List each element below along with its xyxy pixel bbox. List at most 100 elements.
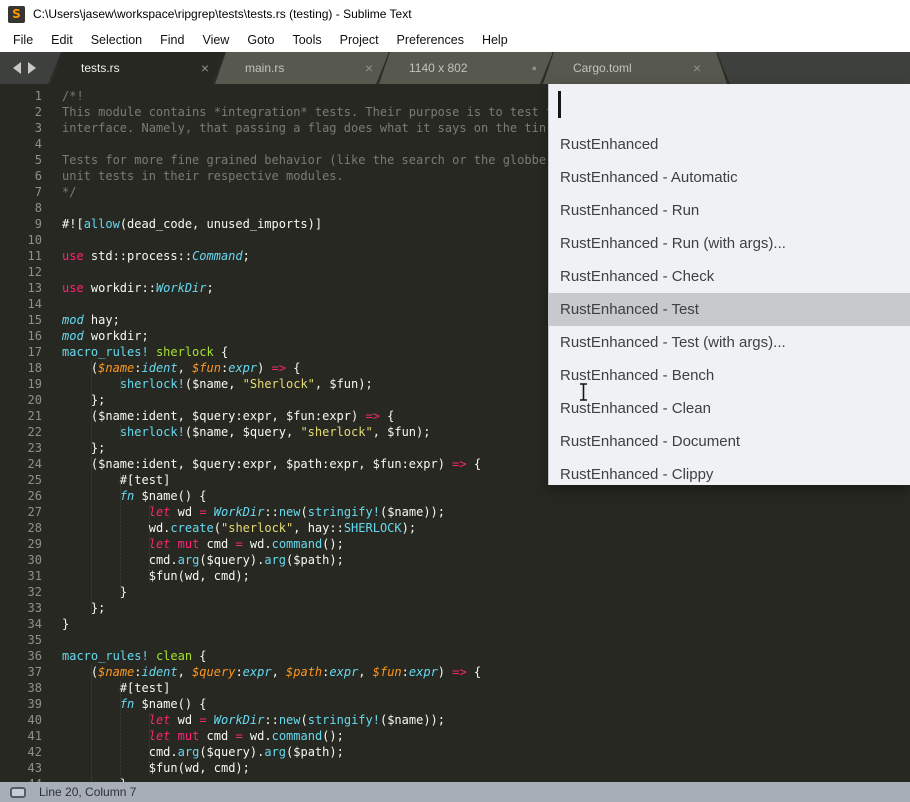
code-line[interactable]: 26 fn $name() { [0, 488, 910, 504]
line-number[interactable]: 11 [0, 248, 62, 264]
line-number[interactable]: 15 [0, 312, 62, 328]
palette-input[interactable] [549, 84, 910, 128]
palette-item-selected[interactable]: RustEnhanced - Test [549, 293, 910, 326]
tab-1140-x-802[interactable]: 1140 x 802● [376, 52, 566, 84]
line-number[interactable]: 2 [0, 104, 62, 120]
line-number[interactable]: 10 [0, 232, 62, 248]
code-line[interactable]: 32 } [0, 584, 910, 600]
line-number[interactable]: 16 [0, 328, 62, 344]
line-number[interactable]: 26 [0, 488, 62, 504]
line-number[interactable]: 3 [0, 120, 62, 136]
menu-help[interactable]: Help [473, 28, 517, 52]
menu-find[interactable]: Find [151, 28, 193, 52]
line-number[interactable]: 6 [0, 168, 62, 184]
tab-main-rs[interactable]: main.rs× [212, 52, 402, 84]
tab-close-icon[interactable]: × [693, 61, 701, 75]
line-number[interactable]: 30 [0, 552, 62, 568]
menu-goto[interactable]: Goto [238, 28, 283, 52]
tab-label: tests.rs [81, 61, 201, 75]
code-line[interactable]: 30 cmd.arg($query).arg($path); [0, 552, 910, 568]
line-number[interactable]: 42 [0, 744, 62, 760]
code-line[interactable]: 34} [0, 616, 910, 632]
line-number[interactable]: 32 [0, 584, 62, 600]
line-number[interactable]: 27 [0, 504, 62, 520]
panel-switcher-icon[interactable] [10, 787, 26, 798]
code-line[interactable]: 27 let wd = WorkDir::new(stringify!($nam… [0, 504, 910, 520]
palette-item[interactable]: RustEnhanced - Run [549, 194, 910, 227]
line-number[interactable]: 12 [0, 264, 62, 280]
line-number[interactable]: 40 [0, 712, 62, 728]
tab-dirty-dot-icon[interactable]: ● [532, 61, 537, 75]
menu-edit[interactable]: Edit [42, 28, 82, 52]
tab-close-icon[interactable]: × [201, 61, 209, 75]
palette-item[interactable]: RustEnhanced - Clean [549, 392, 910, 425]
line-number[interactable]: 33 [0, 600, 62, 616]
code-line[interactable]: 40 let wd = WorkDir::new(stringify!($nam… [0, 712, 910, 728]
line-number[interactable]: 29 [0, 536, 62, 552]
line-number[interactable]: 20 [0, 392, 62, 408]
menu-view[interactable]: View [193, 28, 238, 52]
code-line[interactable]: 28 wd.create("sherlock", hay::SHERLOCK); [0, 520, 910, 536]
line-number[interactable]: 19 [0, 376, 62, 392]
line-number[interactable]: 37 [0, 664, 62, 680]
indent-guide [120, 713, 150, 727]
line-number[interactable]: 5 [0, 152, 62, 168]
line-number[interactable]: 7 [0, 184, 62, 200]
line-number[interactable]: 28 [0, 520, 62, 536]
palette-item[interactable]: RustEnhanced - Clippy [549, 458, 910, 485]
line-number[interactable]: 25 [0, 472, 62, 488]
palette-item[interactable]: RustEnhanced - Automatic [549, 161, 910, 194]
tab-close-icon[interactable]: × [365, 61, 373, 75]
tab-cargo-toml[interactable]: Cargo.toml× [540, 52, 730, 84]
line-number[interactable]: 36 [0, 648, 62, 664]
tab-tests-rs[interactable]: tests.rs× [48, 52, 238, 84]
line-number[interactable]: 1 [0, 88, 62, 104]
line-number[interactable]: 4 [0, 136, 62, 152]
palette-item[interactable]: RustEnhanced - Document [549, 425, 910, 458]
tab-scroll-right-icon[interactable] [28, 62, 36, 74]
line-number[interactable]: 21 [0, 408, 62, 424]
code-line[interactable]: 31 $fun(wd, cmd); [0, 568, 910, 584]
code-line[interactable]: 41 let mut cmd = wd.command(); [0, 728, 910, 744]
menu-file[interactable]: File [4, 28, 42, 52]
line-number[interactable]: 13 [0, 280, 62, 296]
menu-tools[interactable]: Tools [283, 28, 330, 52]
menu-selection[interactable]: Selection [82, 28, 151, 52]
code-line[interactable]: 38 #[test] [0, 680, 910, 696]
line-number[interactable]: 31 [0, 568, 62, 584]
menu-project[interactable]: Project [331, 28, 388, 52]
line-number[interactable]: 38 [0, 680, 62, 696]
tab-scroll-left-icon[interactable] [13, 62, 21, 74]
line-number[interactable]: 8 [0, 200, 62, 216]
line-number[interactable]: 14 [0, 296, 62, 312]
line-number[interactable]: 43 [0, 760, 62, 776]
line-number[interactable]: 24 [0, 456, 62, 472]
palette-item[interactable]: RustEnhanced [549, 128, 910, 161]
code-line[interactable]: 35 [0, 632, 910, 648]
line-number[interactable]: 41 [0, 728, 62, 744]
tab-label: Cargo.toml [573, 61, 693, 75]
code-line[interactable]: 39 fn $name() { [0, 696, 910, 712]
palette-item[interactable]: RustEnhanced - Bench [549, 359, 910, 392]
code-line[interactable]: 33 }; [0, 600, 910, 616]
palette-item[interactable]: RustEnhanced - Test (with args)... [549, 326, 910, 359]
palette-item[interactable]: RustEnhanced - Run (with args)... [549, 227, 910, 260]
line-number[interactable]: 34 [0, 616, 62, 632]
menu-preferences[interactable]: Preferences [388, 28, 473, 52]
line-number[interactable]: 35 [0, 632, 62, 648]
code-line[interactable]: 37 ($name:ident, $query:expr, $path:expr… [0, 664, 910, 680]
code-line[interactable]: 43 $fun(wd, cmd); [0, 760, 910, 776]
cursor-position-status[interactable]: Line 20, Column 7 [39, 785, 136, 799]
code-line[interactable]: 36macro_rules! clean { [0, 648, 910, 664]
palette-item[interactable]: RustEnhanced - Check [549, 260, 910, 293]
line-number[interactable]: 39 [0, 696, 62, 712]
line-number[interactable]: 22 [0, 424, 62, 440]
line-number[interactable]: 17 [0, 344, 62, 360]
code-line[interactable]: 42 cmd.arg($query).arg($path); [0, 744, 910, 760]
code-text: }; [62, 392, 105, 408]
line-number[interactable]: 18 [0, 360, 62, 376]
line-number[interactable]: 23 [0, 440, 62, 456]
code-line[interactable]: 29 let mut cmd = wd.command(); [0, 536, 910, 552]
code-text: use workdir::WorkDir; [62, 280, 214, 296]
line-number[interactable]: 9 [0, 216, 62, 232]
